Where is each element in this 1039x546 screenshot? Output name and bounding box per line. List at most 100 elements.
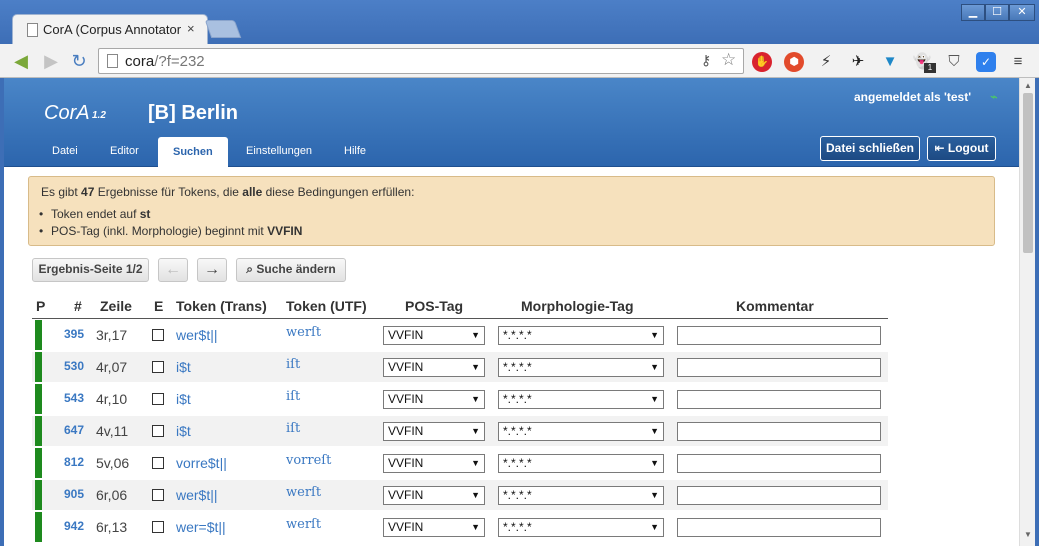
token-trans[interactable]: wer$t|| [176,487,218,503]
tab-datei[interactable]: Datei [52,145,78,157]
token-utf[interactable]: iſt [286,421,300,436]
token-trans[interactable]: wer$t|| [176,327,218,343]
table-row[interactable]: 543 4r,10 i$t iſt VVFIN ▼ *.*.*.* ▼ [32,384,888,414]
stop-extension-icon[interactable]: ✋ [752,52,772,72]
progress-marker[interactable] [35,384,42,414]
token-trans[interactable]: wer=$t|| [176,519,226,535]
token-utf[interactable]: iſt [286,389,300,404]
comment-input[interactable] [677,486,881,505]
maximize-button[interactable]: ☐ [985,4,1009,21]
edit-checkbox[interactable] [152,521,164,533]
token-number-link[interactable]: 543 [64,391,84,405]
dropdown-arrow-icon: ▼ [471,458,480,468]
morph-tag-select[interactable]: *.*.*.* ▼ [498,326,664,345]
edit-checkbox[interactable] [152,361,164,373]
edit-checkbox[interactable] [152,489,164,501]
menu-icon[interactable]: ≡ [1008,52,1028,72]
progress-marker[interactable] [35,480,42,510]
change-search-button[interactable]: ⌕ Suche ändern [236,258,346,282]
morph-tag-select[interactable]: *.*.*.* ▼ [498,390,664,409]
tab-einstellungen[interactable]: Einstellungen [246,145,312,157]
table-row[interactable]: 812 5v,06 vorre$t|| vorreſt VVFIN ▼ *.*.*.* ▼ [32,448,888,478]
token-number-link[interactable]: 812 [64,455,84,469]
table-row[interactable]: 647 4v,11 i$t iſt VVFIN ▼ *.*.*.* ▼ [32,416,888,446]
logout-button[interactable]: ⇤ Logout [927,136,996,161]
address-bar[interactable]: cora/?f=232 ⚷ ☆ [98,48,744,74]
scroll-down-icon[interactable]: ▼ [1024,530,1032,539]
comment-input[interactable] [677,326,881,345]
token-utf[interactable]: werſt [286,517,321,532]
browser-tab[interactable]: CorA (Corpus Annotator × [12,14,208,44]
token-number-link[interactable]: 530 [64,359,84,373]
scroll-thumb[interactable] [1023,93,1033,253]
token-trans[interactable]: i$t [176,391,191,407]
page-scrollbar[interactable]: ▲ ▼ [1019,78,1035,546]
vimeo-extension-icon[interactable]: ▼ [880,52,900,72]
token-trans[interactable]: i$t [176,423,191,439]
token-trans[interactable]: vorre$t|| [176,455,227,471]
edit-checkbox[interactable] [152,329,164,341]
token-number-link[interactable]: 942 [64,519,84,533]
tab-editor[interactable]: Editor [110,145,139,157]
token-utf[interactable]: vorreſt [286,453,331,468]
comment-input[interactable] [677,358,881,377]
pocket-extension-icon[interactable]: ⛉ [944,52,964,72]
morph-tag-select[interactable]: *.*.*.* ▼ [498,358,664,377]
next-page-button[interactable]: → [197,258,227,282]
lightning-extension-icon[interactable]: ⚡ [816,52,836,72]
close-window-button[interactable]: ✕ [1009,4,1035,21]
pos-tag-select[interactable]: VVFIN ▼ [383,326,485,345]
tab-suchen[interactable]: Suchen [158,137,228,168]
token-number-link[interactable]: 647 [64,423,84,437]
token-number-link[interactable]: 905 [64,487,84,501]
table-row[interactable]: 942 6r,13 wer=$t|| werſt VVFIN ▼ *.*.*.* ▼ [32,512,888,542]
pos-tag-value: VVFIN [388,424,424,438]
table-row[interactable]: 905 6r,06 wer$t|| werſt VVFIN ▼ *.*.*.* ▼ [32,480,888,510]
edit-checkbox[interactable] [152,393,164,405]
key-icon[interactable]: ⚷ [701,52,711,69]
comment-input[interactable] [677,390,881,409]
edit-checkbox[interactable] [152,457,164,469]
pos-tag-select[interactable]: VVFIN ▼ [383,454,485,473]
table-row[interactable]: 530 4r,07 i$t iſt VVFIN ▼ *.*.*.* ▼ [32,352,888,382]
token-number-link[interactable]: 395 [64,327,84,341]
progress-marker[interactable] [35,512,42,542]
table-row[interactable]: 395 3r,17 wer$t|| werſt VVFIN ▼ *.*.*.* ▼ [32,320,888,350]
comment-input[interactable] [677,422,881,441]
edit-checkbox[interactable] [152,425,164,437]
pos-tag-select[interactable]: VVFIN ▼ [383,390,485,409]
new-tab-button[interactable] [204,20,242,38]
morph-tag-select[interactable]: *.*.*.* ▼ [498,518,664,537]
back-arrow-icon[interactable]: ◀ [10,50,32,72]
progress-marker[interactable] [35,448,42,478]
scroll-up-icon[interactable]: ▲ [1024,81,1032,90]
tab-close-icon[interactable]: × [187,21,195,36]
bookmark-star-icon[interactable]: ☆ [721,50,736,70]
token-utf[interactable]: iſt [286,357,300,372]
morph-tag-select[interactable]: *.*.*.* ▼ [498,454,664,473]
todo-extension-icon[interactable]: ✓ [976,52,996,72]
comment-input[interactable] [677,518,881,537]
ublock-extension-icon[interactable]: ⬢ [784,52,804,72]
comment-input[interactable] [677,454,881,473]
token-utf[interactable]: werſt [286,325,321,340]
pos-tag-select[interactable]: VVFIN ▼ [383,518,485,537]
token-utf[interactable]: werſt [286,485,321,500]
progress-marker[interactable] [35,352,42,382]
minimize-button[interactable]: ▁ [961,4,985,21]
close-file-button[interactable]: Datei schließen [820,136,920,161]
prev-page-button[interactable]: ← [158,258,188,282]
pos-tag-select[interactable]: VVFIN ▼ [383,422,485,441]
morph-tag-select[interactable]: *.*.*.* ▼ [498,422,664,441]
pin-extension-icon[interactable]: ✈ [848,52,868,72]
reload-icon[interactable]: ↻ [68,50,90,72]
progress-marker[interactable] [35,320,42,350]
tab-hilfe[interactable]: Hilfe [344,145,366,157]
progress-marker[interactable] [35,416,42,446]
morph-tag-select[interactable]: *.*.*.* ▼ [498,486,664,505]
forward-arrow-icon[interactable]: ▶ [40,50,62,72]
pos-tag-select[interactable]: VVFIN ▼ [383,358,485,377]
result-page-button[interactable]: Ergebnis-Seite 1/2 [32,258,149,282]
pos-tag-select[interactable]: VVFIN ▼ [383,486,485,505]
token-trans[interactable]: i$t [176,359,191,375]
